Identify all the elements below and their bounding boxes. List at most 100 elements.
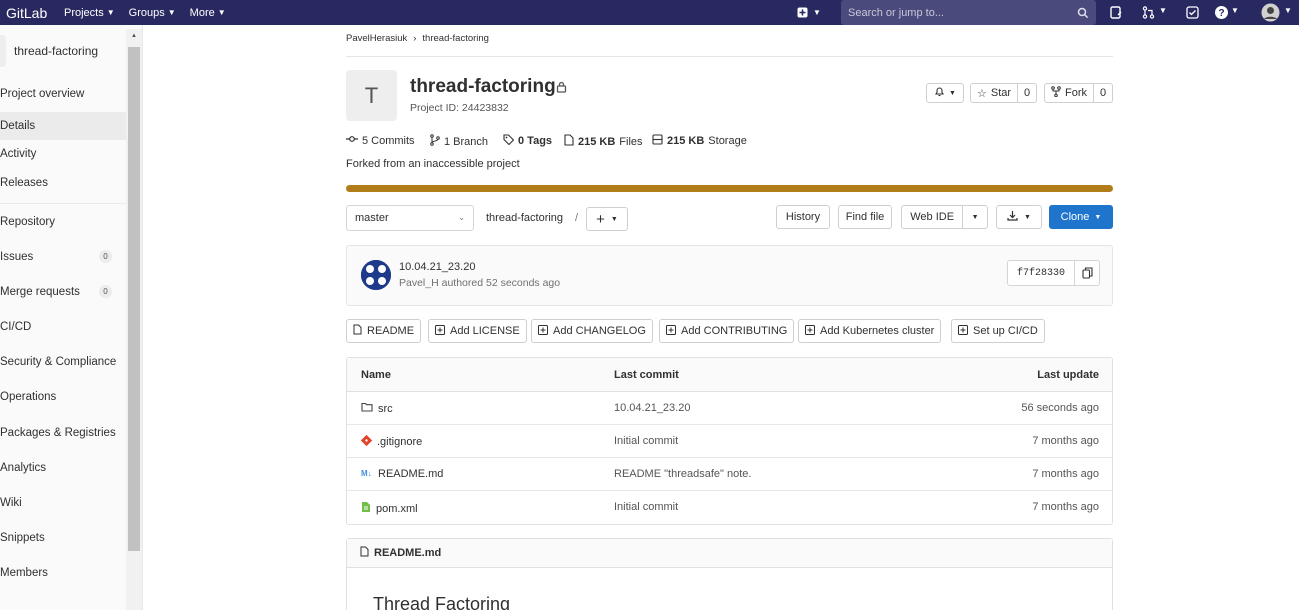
quick-action-label: Add CHANGELOG bbox=[553, 325, 646, 337]
web-ide-button[interactable]: Web IDE bbox=[902, 211, 962, 223]
sidebar-item-wiki[interactable]: Wiki bbox=[0, 489, 126, 517]
more-menu[interactable]: More ▼ bbox=[190, 7, 226, 19]
new-dropdown[interactable]: ▼ bbox=[797, 0, 821, 25]
star-button-main[interactable]: ☆ Star bbox=[971, 87, 1017, 100]
help-icon[interactable]: ? bbox=[1214, 5, 1229, 20]
download-dropdown[interactable]: ▼ bbox=[996, 205, 1042, 229]
file-name[interactable]: README.md bbox=[378, 468, 443, 480]
tags-stat[interactable]: 0 Tags bbox=[503, 134, 552, 148]
branches-stat[interactable]: 1 Branch bbox=[430, 134, 488, 149]
file-name-cell[interactable]: .gitignore bbox=[360, 434, 422, 449]
sidebar-item-security-compliance[interactable]: Security & Compliance bbox=[0, 348, 126, 376]
storage-size: 215 KB bbox=[667, 135, 705, 147]
tag-icon bbox=[503, 134, 515, 148]
commit-message-cell[interactable]: Initial commit bbox=[614, 435, 678, 447]
path-separator: / bbox=[575, 212, 579, 224]
project-avatar-mini bbox=[0, 35, 6, 67]
file-name-cell[interactable]: M↓ README.md bbox=[361, 468, 443, 480]
commit-message-cell[interactable]: README "threadsafe" note. bbox=[614, 468, 751, 480]
scroll-up-arrow-icon[interactable]: ▲ bbox=[131, 33, 137, 39]
add-to-tree-dropdown[interactable]: + ▼ bbox=[586, 207, 628, 231]
scrollbar-thumb[interactable] bbox=[128, 47, 140, 551]
star-count[interactable]: 0 bbox=[1017, 84, 1036, 102]
add-contributing-button[interactable]: Add CONTRIBUTING bbox=[659, 319, 795, 343]
merge-requests-icon[interactable] bbox=[1142, 6, 1155, 19]
sidebar-item-releases[interactable]: Releases bbox=[0, 169, 126, 197]
sidebar-item-operations[interactable]: Operations bbox=[0, 383, 126, 411]
plus-square-icon bbox=[435, 324, 445, 338]
sidebar-item-members[interactable]: Members bbox=[0, 559, 126, 587]
bell-icon bbox=[934, 86, 945, 100]
web-ide-split-button[interactable]: Web IDE ▼ bbox=[901, 205, 988, 229]
commit-sha[interactable]: f7f28330 bbox=[1008, 268, 1074, 279]
gitlab-logo[interactable]: GitLab bbox=[6, 5, 64, 21]
sidebar-item-repository[interactable]: Repository bbox=[0, 208, 126, 236]
table-row[interactable]: src 10.04.21_23.20 56 seconds ago bbox=[347, 392, 1112, 425]
projects-menu[interactable]: Projects ▼ bbox=[64, 7, 115, 19]
file-name[interactable]: pom.xml bbox=[376, 503, 418, 515]
star-button[interactable]: ☆ Star 0 bbox=[970, 83, 1037, 103]
sidebar-item-ci-cd[interactable]: CI/CD bbox=[0, 313, 126, 341]
readme-quick-button[interactable]: README bbox=[346, 319, 422, 343]
branch-dropdown[interactable]: master ⌄ bbox=[346, 205, 474, 231]
clone-button[interactable]: Clone ▼ bbox=[1049, 205, 1113, 229]
fork-count[interactable]: 0 bbox=[1093, 84, 1112, 102]
search-bar[interactable] bbox=[841, 0, 1096, 25]
find-file-button[interactable]: Find file bbox=[838, 205, 892, 229]
sidebar-item-label: CI/CD bbox=[0, 321, 32, 333]
set-up-ci-cd-button[interactable]: Set up CI/CD bbox=[951, 319, 1045, 343]
file-name-cell[interactable]: pom.xml bbox=[361, 501, 418, 516]
sidebar-item-analytics[interactable]: Analytics bbox=[0, 454, 126, 482]
sidebar-item-packages-registries[interactable]: Packages & Registries bbox=[0, 419, 126, 447]
project-id: Project ID: 24423832 bbox=[410, 102, 509, 114]
commit-author-avatar[interactable] bbox=[361, 260, 391, 290]
file-name[interactable]: .gitignore bbox=[377, 436, 422, 448]
todos-icon[interactable] bbox=[1186, 6, 1199, 19]
issues-icon[interactable] bbox=[1110, 6, 1123, 19]
sidebar-scrollbar[interactable]: ▲ bbox=[126, 29, 142, 610]
readme-filename[interactable]: README.md bbox=[374, 547, 441, 559]
commits-stat[interactable]: 5 Commits bbox=[346, 134, 415, 147]
commit-message-cell[interactable]: 10.04.21_23.20 bbox=[614, 402, 690, 414]
sidebar-divider bbox=[0, 203, 126, 204]
groups-menu[interactable]: Groups ▼ bbox=[129, 7, 176, 19]
plus-square-icon bbox=[805, 324, 815, 338]
plus-square-icon bbox=[666, 324, 676, 338]
table-row[interactable]: pom.xml Initial commit 7 months ago bbox=[347, 491, 1112, 524]
history-button[interactable]: History bbox=[776, 205, 830, 229]
table-row[interactable]: M↓ README.md README "threadsafe" note. 7… bbox=[347, 458, 1112, 491]
add-kubernetes-cluster-button[interactable]: Add Kubernetes cluster bbox=[798, 319, 942, 343]
sidebar-item-project-overview[interactable]: Project overview bbox=[0, 80, 126, 108]
fork-button[interactable]: Fork 0 bbox=[1044, 83, 1113, 103]
commit-title[interactable]: 10.04.21_23.20 bbox=[399, 261, 475, 273]
sidebar-item-label: Merge requests bbox=[0, 286, 80, 298]
files-label: Files bbox=[619, 135, 643, 148]
chevron-down-icon[interactable]: ▼ bbox=[962, 206, 987, 228]
fork-button-main[interactable]: Fork bbox=[1045, 86, 1093, 100]
plus-icon: + bbox=[596, 210, 605, 228]
breadcrumb-separator: › bbox=[413, 33, 417, 44]
add-changelog-button[interactable]: Add CHANGELOG bbox=[531, 319, 653, 343]
commit-message-cell[interactable]: Initial commit bbox=[614, 501, 678, 513]
file-name-cell[interactable]: src bbox=[361, 402, 393, 415]
table-row[interactable]: .gitignore Initial commit 7 months ago bbox=[347, 425, 1112, 458]
add-license-button[interactable]: Add LICENSE bbox=[428, 319, 527, 343]
files-stat[interactable]: 215 KB Files bbox=[564, 134, 643, 149]
search-input[interactable] bbox=[848, 6, 1073, 19]
file-name[interactable]: src bbox=[378, 403, 393, 415]
notification-dropdown[interactable]: ▼ bbox=[926, 83, 964, 103]
sidebar-item-issues[interactable]: Issues 0 bbox=[0, 243, 126, 271]
repo-path-root[interactable]: thread-factoring bbox=[486, 212, 563, 224]
sidebar-item-merge-requests[interactable]: Merge requests 0 bbox=[0, 278, 126, 306]
copy-icon[interactable] bbox=[1074, 261, 1099, 285]
sidebar-item-snippets[interactable]: Snippets bbox=[0, 524, 126, 552]
sidebar-item-activity[interactable]: Activity bbox=[0, 140, 126, 168]
breadcrumb-project[interactable]: thread-factoring bbox=[422, 33, 489, 44]
storage-stat[interactable]: 215 KB Storage bbox=[652, 134, 747, 148]
star-label: Star bbox=[990, 87, 1012, 99]
breadcrumb-owner[interactable]: PavelHerasiuk bbox=[346, 33, 407, 44]
sidebar-project-header[interactable]: thread-factoring bbox=[0, 35, 126, 67]
markdown-icon: M↓ bbox=[361, 468, 373, 480]
user-avatar[interactable] bbox=[1261, 3, 1280, 22]
sidebar-item-details[interactable]: Details bbox=[0, 112, 126, 140]
